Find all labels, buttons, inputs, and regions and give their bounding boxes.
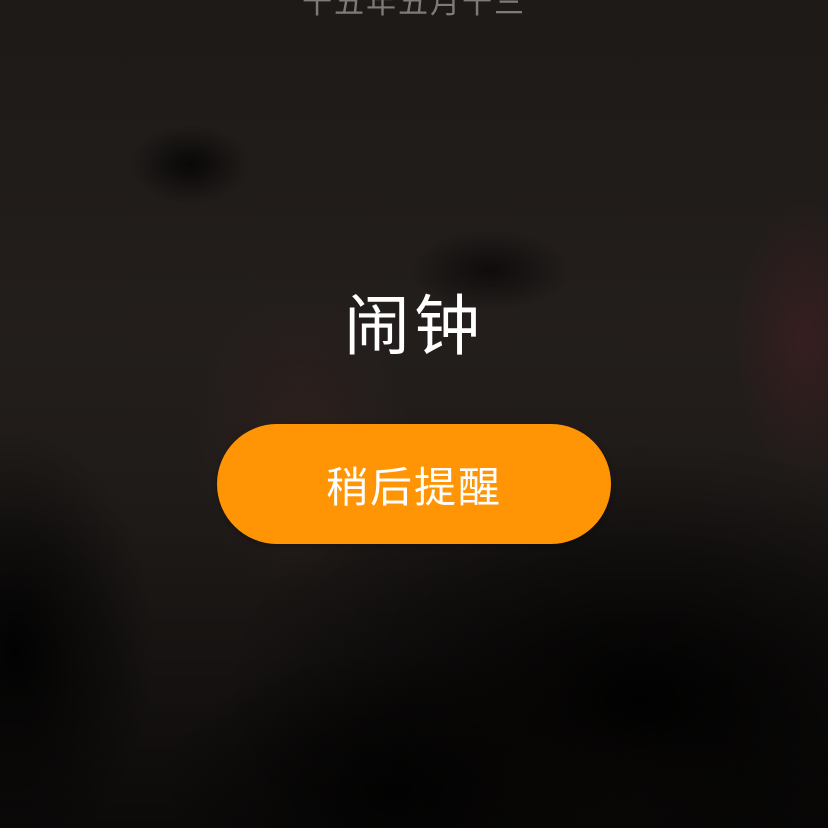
snooze-button-label: 稍后提醒 (325, 462, 502, 512)
date-text: 十五年五月十三 (302, 0, 526, 21)
alarm-title: 闹钟 (344, 288, 484, 365)
snooze-button[interactable]: 稍后提醒 (217, 424, 611, 544)
alarm-screen: 十五年五月十三 闹钟 稍后提醒 (0, 0, 828, 828)
